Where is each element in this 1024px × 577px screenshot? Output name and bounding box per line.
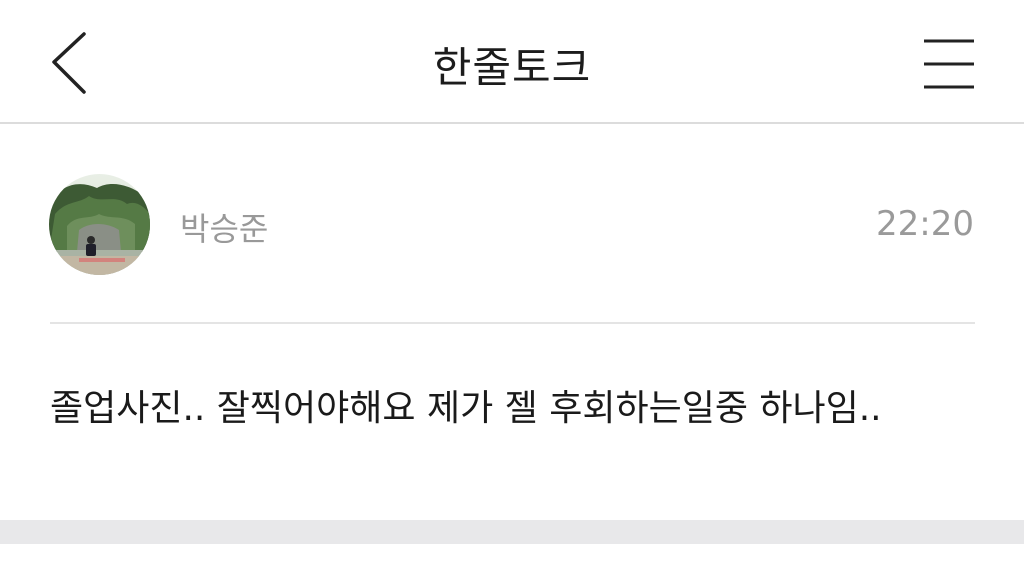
page-title: 한줄토크	[432, 43, 592, 92]
post-card: 박승준 22:20 졸업사진.. 잘찍어야해요 제가 젤 후회하는일중 하나임.…	[0, 124, 1024, 520]
menu-button[interactable]	[918, 34, 980, 96]
profile-photo-icon	[49, 174, 150, 275]
divider	[50, 322, 975, 324]
avatar[interactable]	[49, 174, 150, 275]
top-navigation-bar: 한줄토크	[0, 0, 1024, 124]
author-name: 박승준	[180, 210, 269, 248]
post-message: 졸업사진.. 잘찍어야해요 제가 젤 후회하는일중 하나임..	[50, 388, 882, 429]
section-separator	[0, 520, 1024, 544]
hamburger-menu-icon	[924, 39, 974, 89]
post-time: 22:20	[876, 204, 974, 244]
